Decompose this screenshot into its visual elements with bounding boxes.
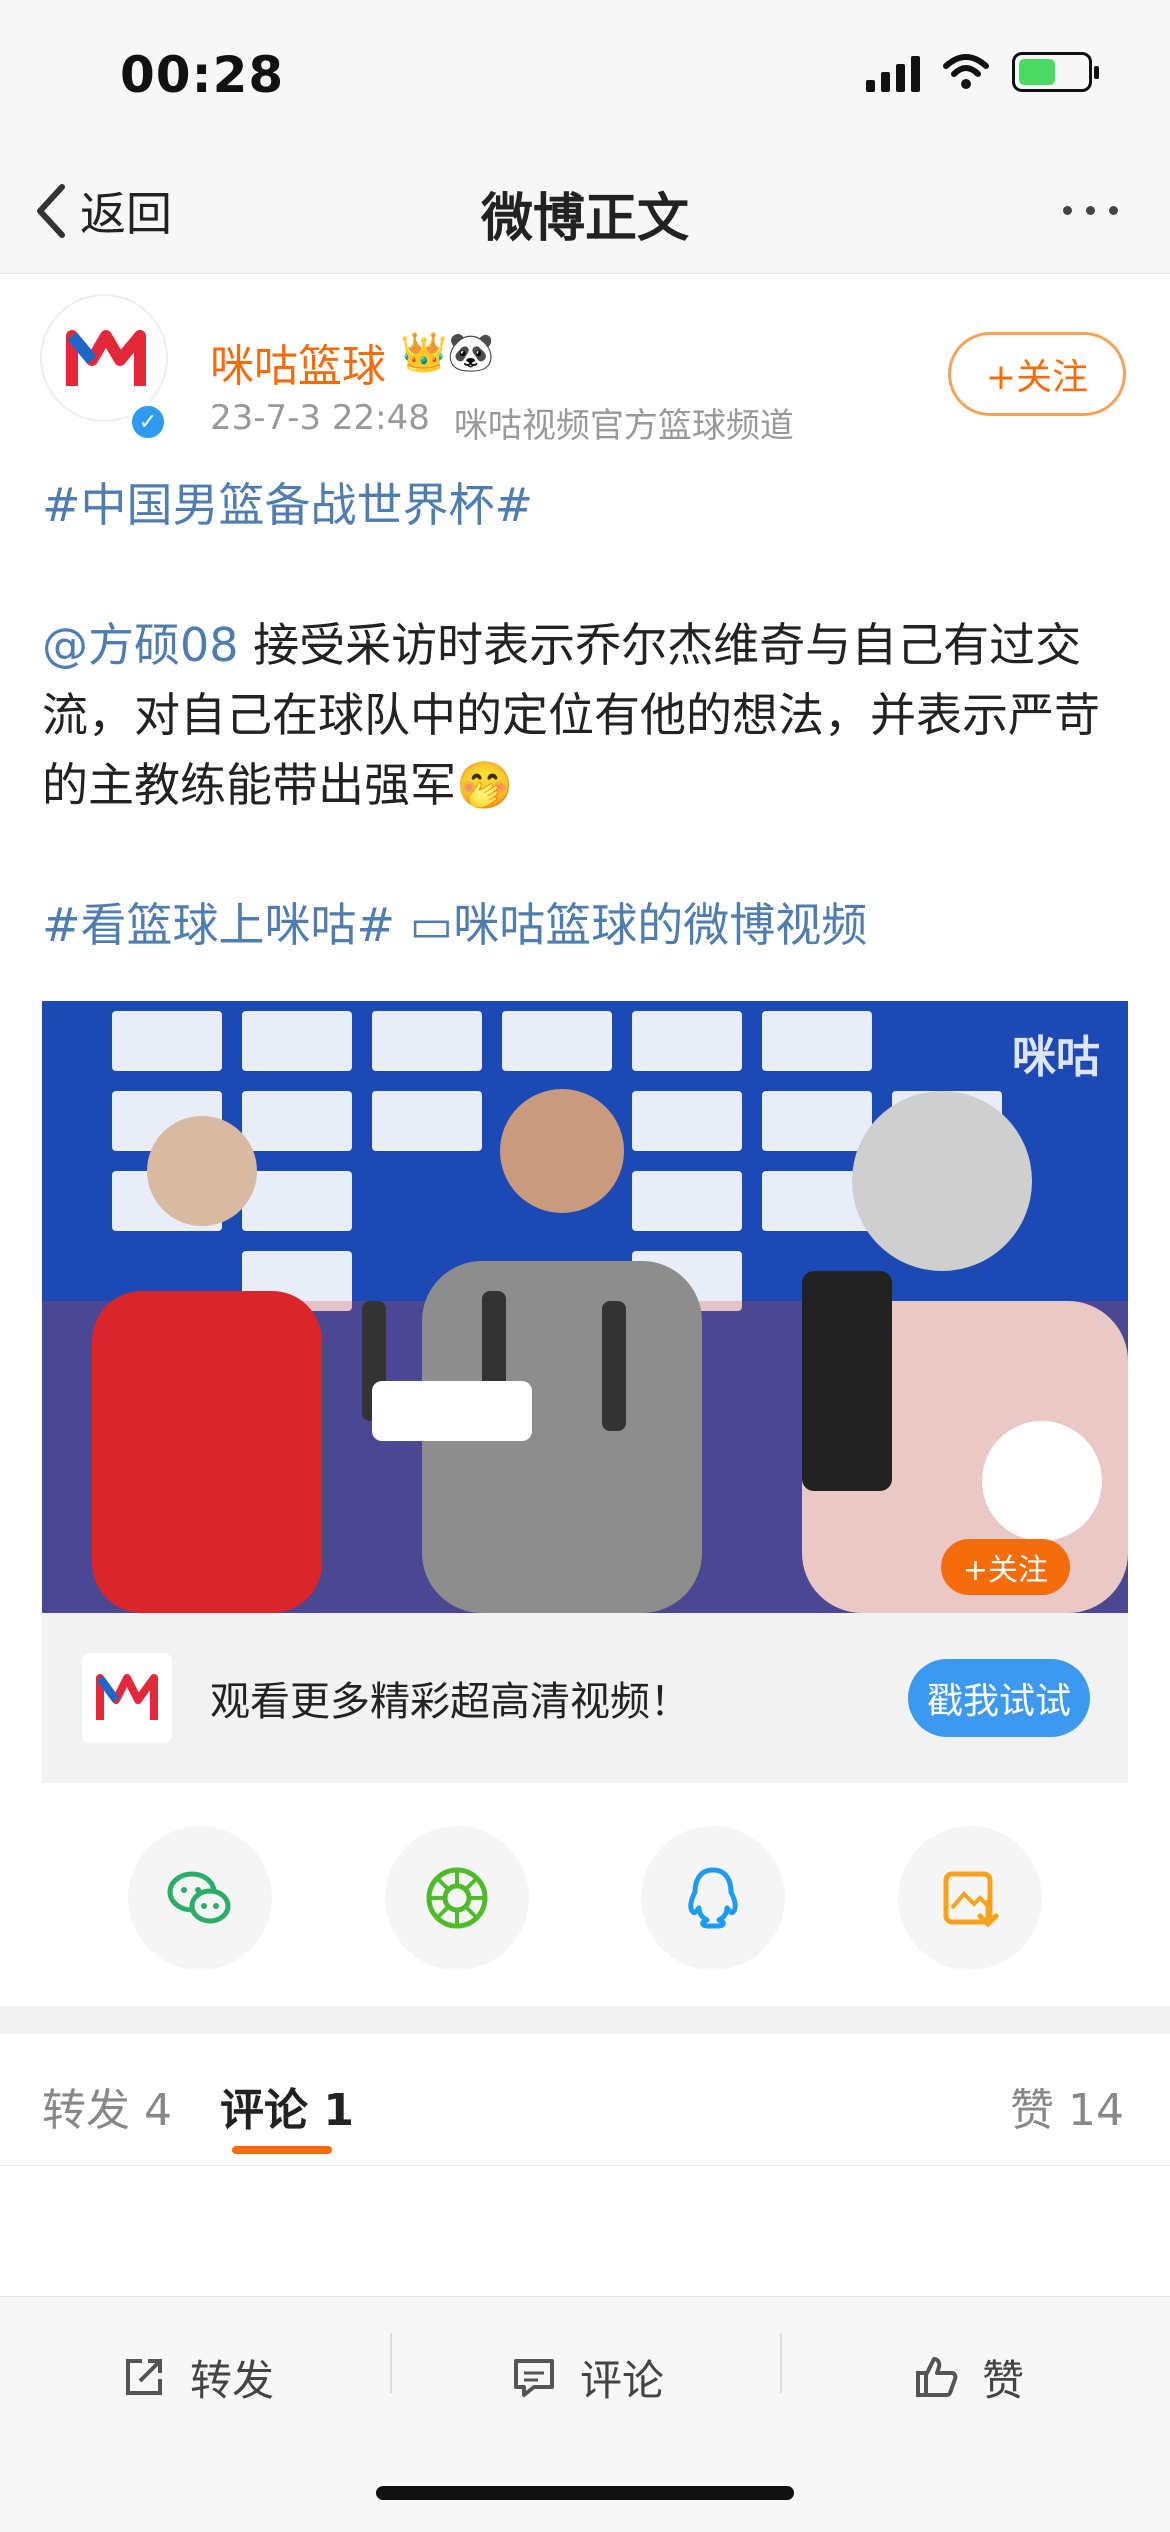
section-divider [0,2006,1170,2034]
share-qq-button[interactable] [641,1826,786,1970]
video-promo-bar: 观看更多精彩超高清视频！ 戳我试试 [42,1613,1128,1783]
mention-link[interactable]: @方硕08 [42,618,239,672]
moments-icon [426,1867,488,1929]
tab-comments[interactable]: 评论 1 [220,2074,354,2138]
home-indicator [376,2486,794,2500]
post-body: #中国男篮备战世界杯# @方硕08 接受采访时表示乔尔杰维奇与自己有过交流，对自… [42,470,1132,960]
video-player[interactable]: 咪咕 +关注 [42,1001,1128,1613]
comment-icon [514,2359,554,2397]
post-date: 23-7-3 22:48 [210,398,430,438]
navigation-bar: 返回 微博正文 [0,150,1170,274]
like-label: 赞 [982,2355,1025,2405]
chevron-left-icon [37,184,65,238]
save-image-icon [943,1871,999,1928]
hashtag-link[interactable]: #中国男篮备战世界杯# [42,478,533,532]
status-bar: 00:28 [0,0,1170,150]
share-wechat-button[interactable] [128,1826,272,1970]
video-link-icon: ▭ [409,898,454,952]
wechat-icon [167,1871,231,1924]
video-thumbnail [42,1001,1128,1613]
migu-logo-icon [82,1653,172,1743]
repost-button[interactable]: 转发 [120,2341,274,2413]
post-meta: 23-7-3 22:48 咪咕视频官方篮球频道 [210,398,794,447]
post-source: 咪咕视频官方篮球频道 [453,406,794,446]
wifi-icon [943,54,989,89]
hashtag-link[interactable]: #看篮球上咪咕# [42,898,395,952]
promo-text: 观看更多精彩超高清视频！ [210,1679,690,1725]
video-watermark: 咪咕 [1012,1032,1100,1083]
action-separator [780,2333,782,2393]
qq-icon [688,1867,738,1929]
post-header: ✓ 咪咕篮球 👑🐼 23-7-3 22:48 咪咕视频官方篮球频道 +关注 [0,274,1170,454]
more-options-button[interactable] [1050,190,1130,230]
status-icons [866,52,1099,92]
action-separator [390,2333,392,2393]
share-row [128,1826,1042,1970]
back-button[interactable]: 返回 [30,178,172,244]
status-time: 00:28 [120,46,285,104]
back-label: 返回 [80,187,172,241]
interaction-tabs: 转发 4 评论 1 赞 14 [0,2034,1170,2166]
follow-button[interactable]: +关注 [948,332,1126,416]
author-badges: 👑🐼 [400,330,495,374]
video-link[interactable]: ▭咪咕篮球的微博视频 [410,898,867,952]
page-title: 微博正文 [480,189,689,249]
save-image-button[interactable] [897,1826,1042,1970]
cellular-signal-icon [866,52,920,92]
tab-reposts[interactable]: 转发 4 [42,2074,172,2138]
repost-label: 转发 [190,2355,275,2405]
try-it-button[interactable]: 戳我试试 [908,1659,1090,1737]
repost-icon [126,2359,162,2395]
author-name[interactable]: 咪咕篮球 [210,330,386,394]
emoji: 🤭 [456,758,514,812]
thumbs-up-icon [916,2357,958,2397]
video-follow-button[interactable]: +关注 [940,1539,1070,1595]
share-moments-button[interactable] [384,1826,529,1970]
comment-button[interactable]: 评论 [510,2341,664,2413]
comment-label: 评论 [580,2355,665,2405]
verified-badge-icon: ✓ [128,402,168,442]
active-tab-indicator [232,2146,332,2154]
like-button[interactable]: 赞 [912,2341,1024,2413]
battery-icon [1012,52,1099,92]
tab-likes[interactable]: 赞 14 [1010,2074,1124,2138]
